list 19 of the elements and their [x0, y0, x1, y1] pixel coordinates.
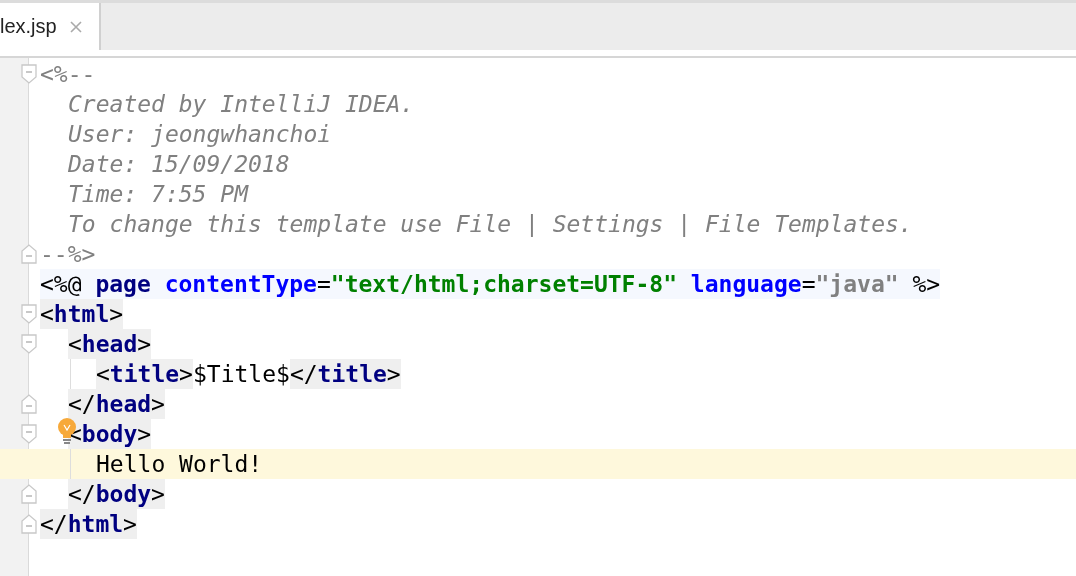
- fold-marker-icon[interactable]: [21, 484, 37, 504]
- fold-marker-icon[interactable]: [21, 304, 37, 324]
- fold-marker-icon[interactable]: [21, 244, 37, 264]
- code-line: To change this template use File | Settings | File Templates.: [68, 210, 913, 239]
- fold-marker-icon[interactable]: [21, 394, 37, 414]
- code-line: Time: 7:55 PM: [68, 180, 248, 209]
- fold-marker-icon[interactable]: [21, 514, 37, 534]
- code-line: Created by IntelliJ IDEA.: [68, 90, 415, 119]
- code-line: <title>$Title$</title>: [96, 359, 401, 389]
- code-line: Hello World!: [96, 450, 263, 479]
- fold-marker-icon[interactable]: [21, 334, 37, 354]
- code-line: User: jeongwhanchoi: [68, 120, 332, 149]
- file-tab[interactable]: lex.jsp: [0, 3, 101, 50]
- fold-marker-icon[interactable]: [21, 424, 37, 444]
- close-icon[interactable]: [68, 19, 83, 34]
- code-line: Date: 15/09/2018: [68, 150, 290, 179]
- code-line: --%>: [40, 240, 96, 269]
- fold-marker-icon[interactable]: [21, 64, 37, 84]
- code-line: <%--: [40, 60, 96, 89]
